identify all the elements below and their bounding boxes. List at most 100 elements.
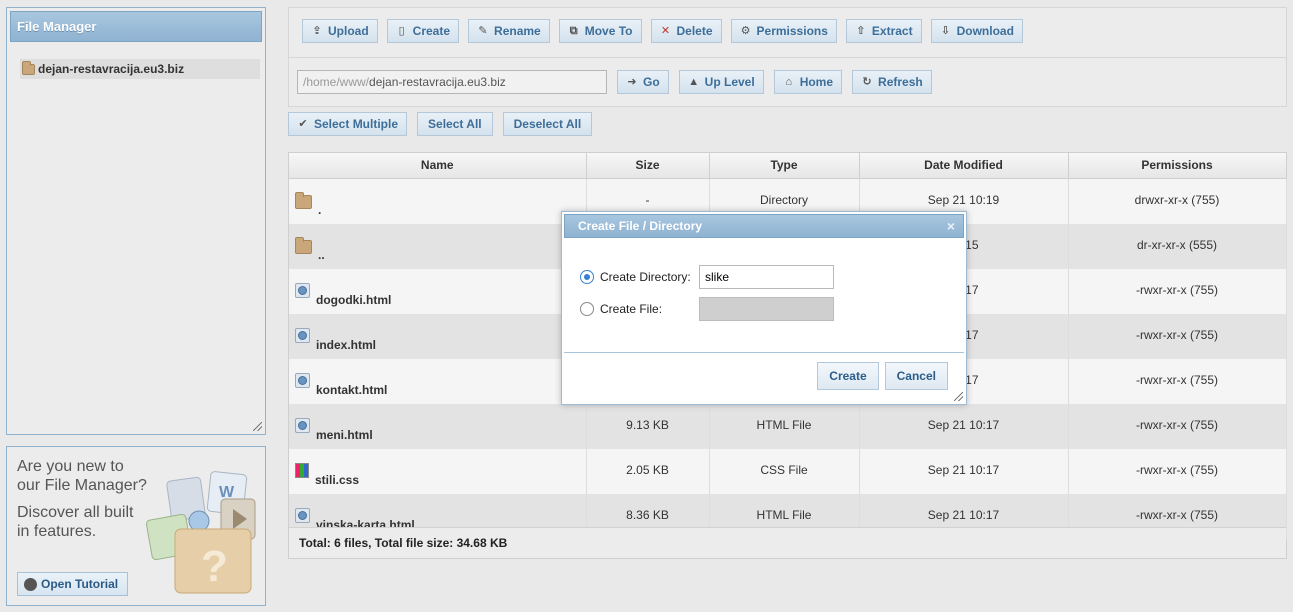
create-file-directory-dialog: Create File / Directory × Create Directo… [561,211,967,405]
cell-date-modified: Sep 21 10:17 [859,448,1069,494]
extract-label: Extract [871,24,913,38]
create-file-radio[interactable] [580,302,594,316]
home-label: Home [799,75,834,89]
create-button[interactable]: ▯ Create [386,19,460,43]
select-multiple-button[interactable]: ✔ Select Multiple [288,112,408,136]
cell-type: HTML File [709,403,860,449]
path-prefix: /home/www/ [303,75,370,89]
path-input[interactable]: /home/www/dejan-restavracija.eu3.biz [297,70,607,94]
file-name-wrapper: index.html [295,314,585,358]
file-name-input[interactable] [699,297,834,321]
up-level-button[interactable]: ▲ Up Level [678,70,764,94]
tree-item-label: dejan-restavracija.eu3.biz [38,62,185,76]
tutorial-text: Are you new to our File Manager? Discove… [17,457,147,549]
upload-icon: ⇪ [312,25,322,37]
create-directory-label: Create Directory: [600,270,691,284]
toolbar-divider [289,57,1286,58]
cell-permissions: -rwxr-xr-x (755) [1068,268,1287,314]
table-row[interactable]: meni.html 9.13 KB HTML File Sep 21 10:17 -rw… [289,403,1287,449]
deselect-all-button[interactable]: Deselect All [502,112,593,136]
column-header-date-modified[interactable]: Date Modified [859,153,1069,179]
close-icon[interactable]: × [947,215,955,237]
file-name: kontakt.html [316,382,388,397]
folder-icon [22,60,35,75]
cell-name[interactable]: index.html [289,313,587,359]
refresh-label: Refresh [878,75,923,89]
home-icon: ⌂ [785,76,793,88]
folder-icon [295,236,312,254]
upload-button[interactable]: ⇪ Upload [302,19,378,43]
select-all-label: Select All [428,117,482,131]
column-header-size[interactable]: Size [586,153,710,179]
action-toolbar: ⇪ Upload ▯ Create ✎ Rename ⧉ Move To ✕ Delete… [302,19,1023,43]
rename-button[interactable]: ✎ Rename [468,19,550,43]
cell-permissions: -rwxr-xr-x (755) [1068,358,1287,404]
cell-permissions: -rwxr-xr-x (755) [1068,313,1287,359]
directory-name-input[interactable] [699,265,834,289]
file-name: .. [318,247,325,262]
file-name-wrapper: dogodki.html [295,269,585,313]
cell-name[interactable]: meni.html [289,403,587,449]
go-label: Go [643,75,660,89]
go-button[interactable]: ➜ Go [617,70,669,94]
cell-name[interactable]: kontakt.html [289,358,587,404]
download-button[interactable]: ⇩ Download [930,19,1023,43]
create-label: Create [412,24,451,38]
table-row[interactable]: stili.css 2.05 KB CSS File Sep 21 10:17 -rwx… [289,448,1287,494]
dialog-resize-handle[interactable] [954,392,963,401]
file-name-wrapper: stili.css [295,449,585,493]
create-file-label: Create File: [600,302,663,316]
create-directory-option[interactable]: Create Directory: [580,270,691,284]
move-to-button[interactable]: ⧉ Move To [558,19,642,43]
dialog-titlebar[interactable]: Create File / Directory × [564,214,964,238]
css-file-icon [295,462,309,478]
open-tutorial-button[interactable]: Open Tutorial [17,572,129,596]
folder-icon [295,191,312,209]
resize-handle[interactable] [253,422,262,431]
create-file-option[interactable]: Create File: [580,302,662,316]
cell-name[interactable]: . [289,178,587,224]
column-header-type[interactable]: Type [709,153,860,179]
move-to-label: Move To [584,24,633,38]
cell-permissions: drwxr-xr-x (755) [1068,178,1287,224]
path-current: dejan-restavracija.eu3.biz [369,75,506,89]
cancel-button[interactable]: Cancel [884,362,948,390]
file-name: dogodki.html [316,292,392,307]
upload-label: Upload [328,24,369,38]
file-name-wrapper: meni.html [295,404,585,448]
rename-label: Rename [494,24,541,38]
cell-name[interactable]: .. [289,223,587,269]
delete-button[interactable]: ✕ Delete [650,19,722,43]
select-all-button[interactable]: Select All [417,112,493,136]
file-name: stili.css [315,472,360,487]
arrow-right-icon: ➜ [627,76,637,88]
path-toolbar: /home/www/dejan-restavracija.eu3.biz ➜ Go… [297,70,932,94]
delete-x-icon: ✕ [660,25,671,37]
cell-name[interactable]: dogodki.html [289,268,587,314]
download-label: Download [956,24,1014,38]
cell-type: CSS File [709,448,860,494]
refresh-button[interactable]: ↻ Refresh [852,70,932,94]
cell-name[interactable]: stili.css [289,448,587,494]
selection-toolbar: ✔ Select Multiple Select All Deselect All [288,112,593,136]
column-header-permissions[interactable]: Permissions [1068,153,1287,179]
tree-item-domain-folder[interactable]: dejan-restavracija.eu3.biz [20,59,260,79]
file-name-wrapper: .. [295,224,585,268]
permissions-button[interactable]: ⚙ Permissions [730,19,837,43]
svg-text:?: ? [201,542,228,591]
tutorial-panel: Are you new to our File Manager? Discove… [6,446,266,606]
create-directory-radio[interactable] [580,270,594,284]
up-level-label: Up Level [704,75,755,89]
html-file-icon [295,282,310,298]
deselect-all-label: Deselect All [513,117,582,131]
home-button[interactable]: ⌂ Home [773,70,843,94]
tutorial-features: Discover all built in features. [17,504,134,540]
checkmark-icon: ✔ [298,118,308,130]
file-name: meni.html [316,427,373,442]
create-button-dialog[interactable]: Create [817,362,879,390]
extract-icon: ⇧ [856,25,866,37]
extract-button[interactable]: ⇧ Extract [845,19,922,43]
cell-size: 9.13 KB [586,403,710,449]
column-header-name[interactable]: Name [289,153,587,179]
move-icon: ⧉ [569,25,578,37]
